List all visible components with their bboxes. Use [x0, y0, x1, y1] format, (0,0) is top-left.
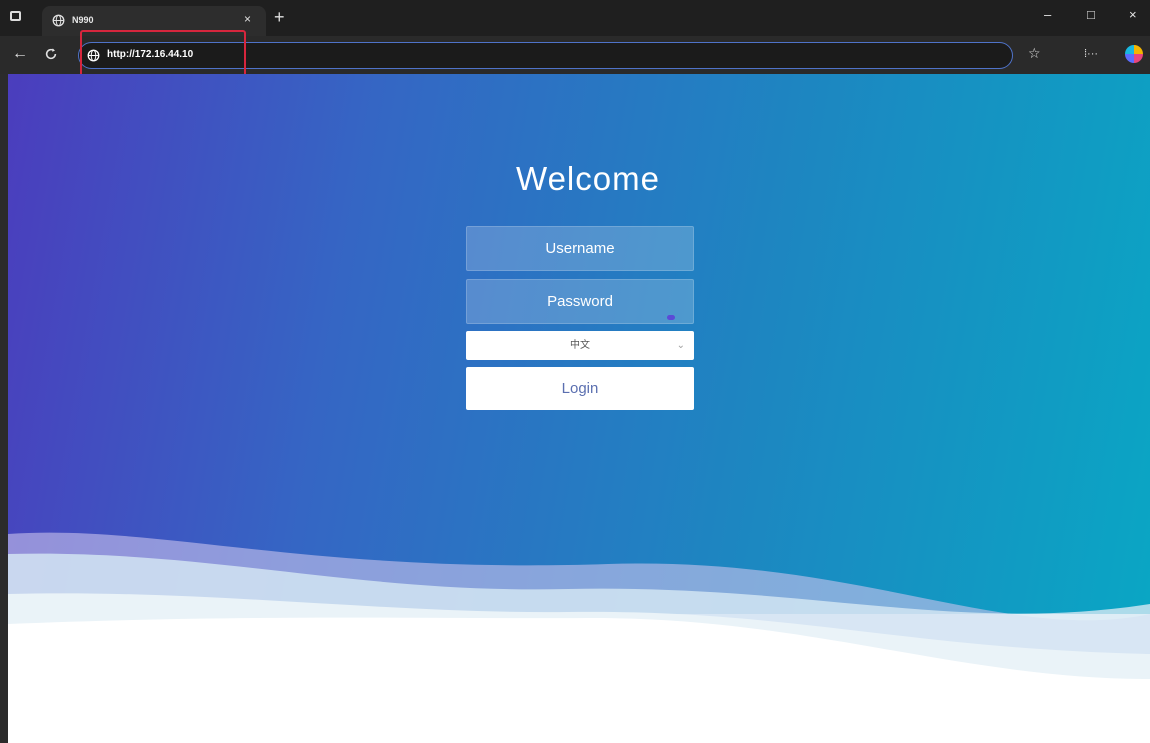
url-text: http://172.16.44.10 — [107, 49, 194, 60]
back-icon[interactable]: ← — [12, 45, 28, 63]
new-tab-button[interactable]: + — [274, 7, 285, 28]
site-info-icon[interactable] — [87, 49, 100, 62]
password-toggle-icon[interactable] — [667, 315, 675, 320]
minimize-button[interactable]: – — [1044, 7, 1051, 22]
chevron-down-icon: ⌄ — [676, 340, 685, 351]
page-title: Welcome — [516, 160, 660, 197]
password-field[interactable]: Password — [466, 279, 694, 324]
copilot-icon[interactable] — [1125, 45, 1143, 63]
tab-bar: N990 × + – □ × — [0, 0, 1150, 36]
language-selected: 中文 — [570, 340, 590, 351]
close-button[interactable]: × — [1129, 7, 1137, 22]
favorite-icon[interactable]: ☆ — [1028, 45, 1041, 62]
window-edge — [0, 74, 8, 743]
refresh-icon[interactable] — [44, 47, 58, 61]
browser-tab[interactable]: N990 × — [42, 6, 266, 36]
language-select[interactable]: 中文 ⌄ — [466, 331, 694, 360]
globe-icon — [52, 14, 65, 27]
tab-title: N990 — [72, 15, 94, 25]
maximize-button[interactable]: □ — [1087, 7, 1095, 22]
wave-decoration — [8, 532, 1150, 743]
more-icon[interactable]: ⁞··· — [1084, 48, 1098, 60]
browser-toolbar: ← http://172.16.44.10 ☆ ⁞··· — [0, 36, 1150, 74]
tab-close-icon[interactable]: × — [244, 12, 251, 26]
address-bar[interactable]: http://172.16.44.10 — [78, 42, 1013, 69]
login-button[interactable]: Login — [466, 367, 694, 410]
username-field[interactable]: Username — [466, 226, 694, 271]
tab-actions-icon[interactable] — [10, 11, 21, 21]
password-placeholder: Password — [547, 293, 613, 310]
login-page: Welcome Username Password 中文 ⌄ Login — [8, 74, 1150, 743]
